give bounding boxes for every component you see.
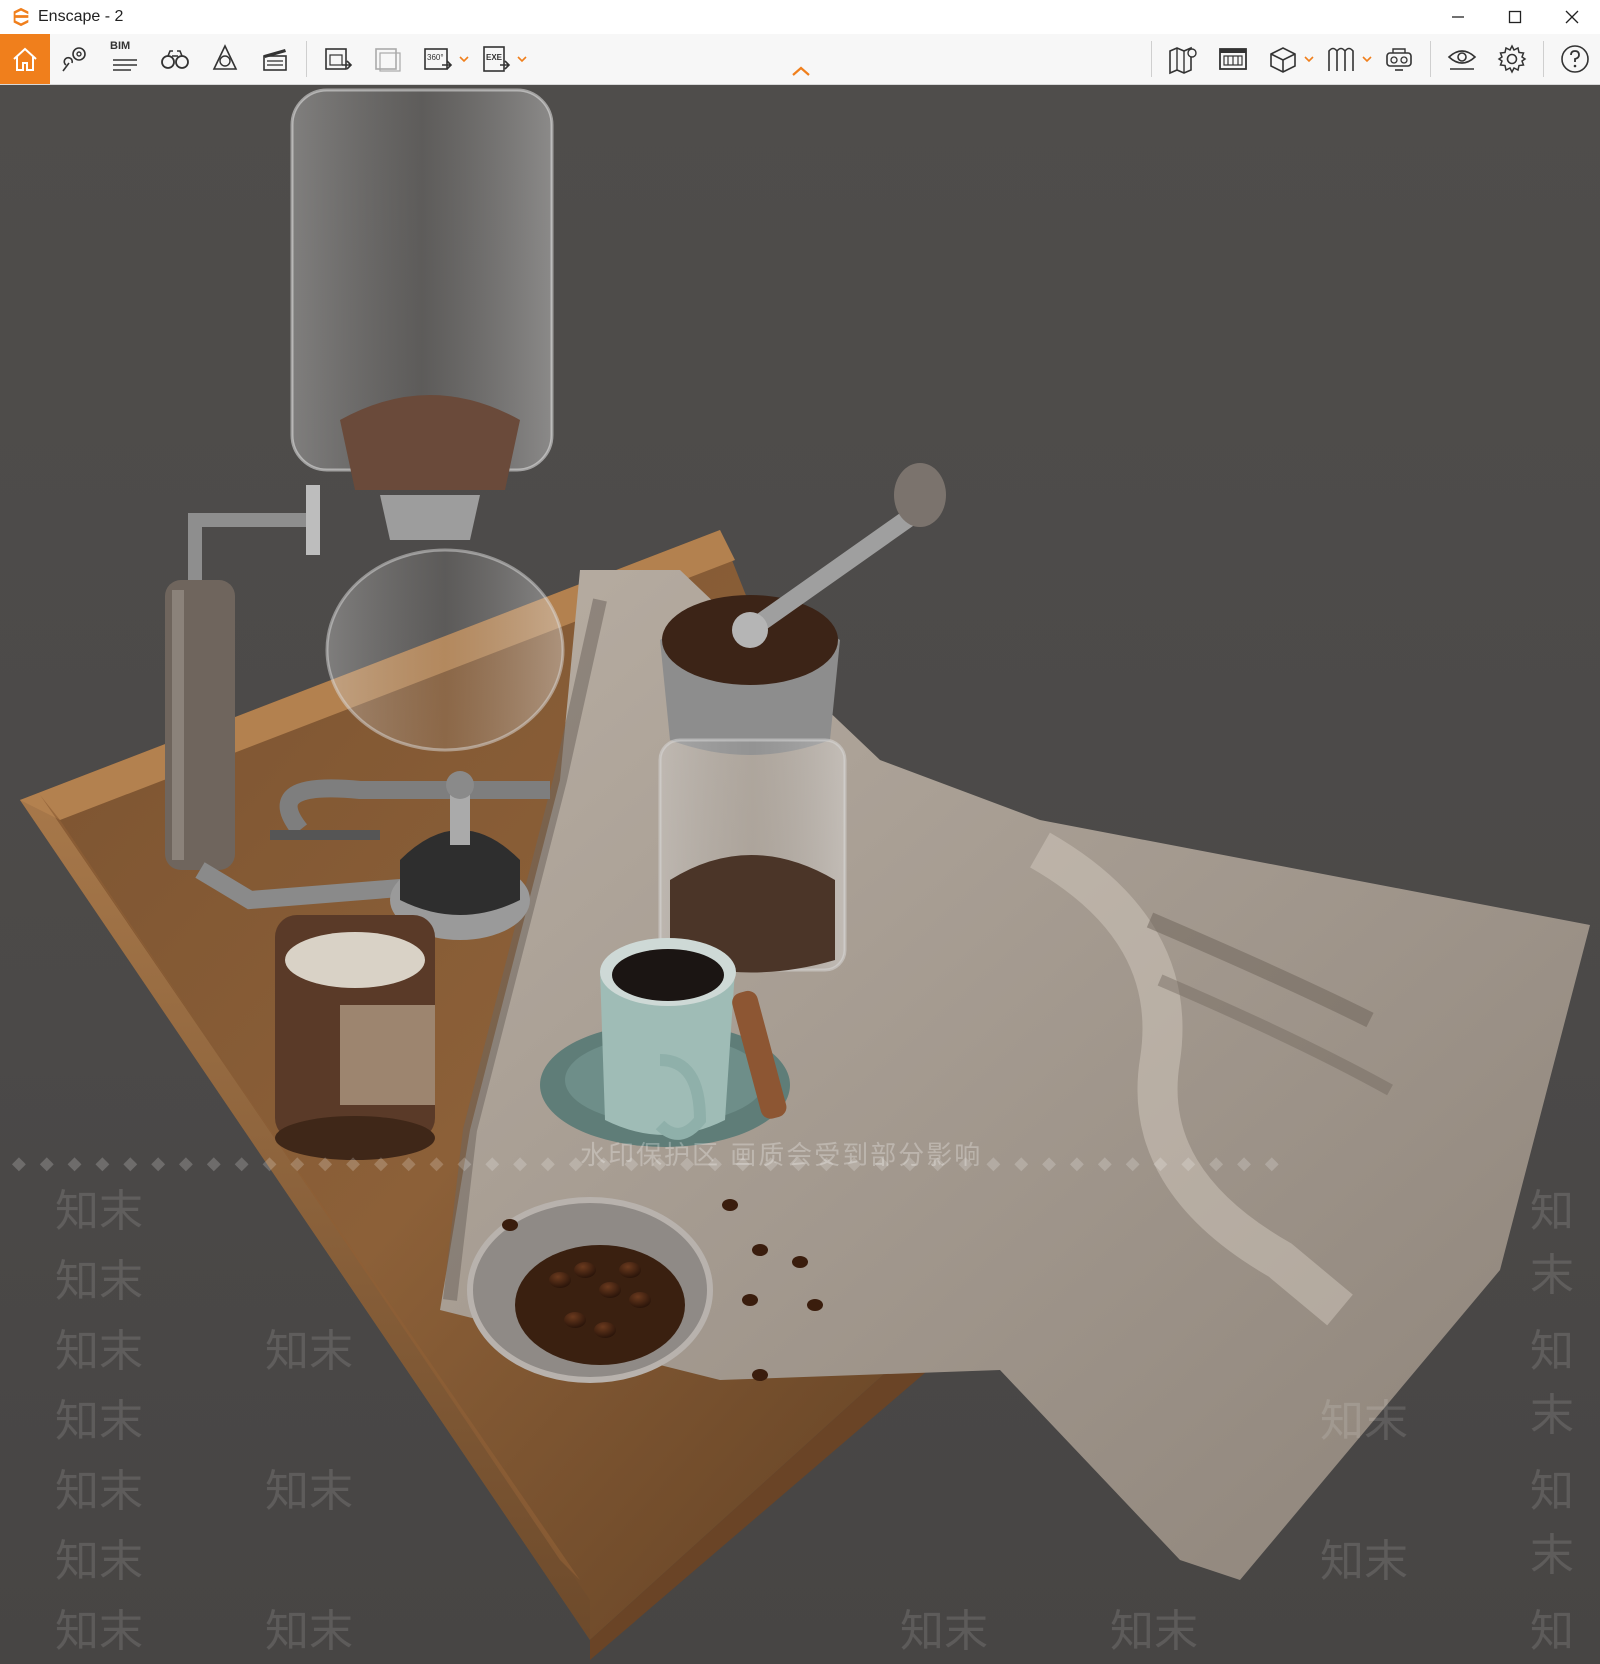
home-button[interactable] [0,34,50,84]
watermark-glyph: 知末 [55,1466,143,1517]
export-tool-group: 360° EXE [313,34,529,84]
settings-icon [1497,44,1527,74]
close-button[interactable] [1543,0,1600,34]
minimize-button[interactable] [1429,0,1486,34]
watermark-glyph: 知末 [265,1466,353,1517]
main-toolbar: BIM 360° EXE [0,34,1600,85]
exe-export-icon: EXE [483,46,511,72]
window-controls [1429,0,1600,34]
vr-headset-button[interactable] [1374,34,1424,84]
close-icon [1565,10,1578,24]
watermark-glyph: 知末 [1320,1536,1408,1587]
binoculars-icon [161,50,189,69]
asset-library-button[interactable] [200,34,250,84]
watermark-glyph: 知末 [55,1256,143,1307]
home-icon [13,47,37,71]
watermark-glyph: 知末 [55,1606,143,1657]
watermark-glyph: 知末 [1530,1606,1574,1657]
video-editor-button[interactable] [250,34,300,84]
batch-export-icon [375,48,401,72]
toolbar-separator [306,41,307,77]
views-button[interactable] [50,34,100,84]
candle-jar [275,915,435,1160]
panorama-label: 360° [427,53,444,62]
box-view-button[interactable] [1258,34,1308,84]
ortho-view-button[interactable] [1316,34,1366,84]
right-tool-group [1145,34,1600,84]
toolbar-separator [1543,41,1544,77]
maximize-button[interactable] [1486,0,1543,34]
watermark-glyph: 知末 [55,1326,143,1377]
watermark-glyph: 知末 [900,1606,988,1657]
eye-icon [1447,50,1477,70]
visual-settings-button[interactable] [1208,34,1258,84]
panorama-button[interactable]: 360° [413,34,463,84]
box-icon [1270,47,1296,73]
panorama-360-icon: 360° [424,48,453,70]
eye-button[interactable] [1437,34,1487,84]
map-icon [1169,46,1197,75]
help-button[interactable] [1550,34,1600,84]
maximize-icon [1508,10,1521,24]
views-icon [62,47,86,72]
settings-button[interactable] [1487,34,1537,84]
vr-headset-icon [1386,48,1412,71]
title-bar: Enscape - 2 [0,0,1600,35]
binoculars-button[interactable] [150,34,200,84]
enscape-logo-icon [13,7,29,27]
minimize-icon [1451,16,1464,18]
watermark-glyph: 知末 [1530,1326,1574,1441]
batch-export-button[interactable] [363,34,413,84]
watermark-glyph: 知末 [1110,1606,1198,1657]
watermark-glyph: 知末 [1320,1396,1408,1447]
screenshot-export-icon [325,48,353,70]
watermark-glyph: 知末 [1530,1186,1574,1301]
watermark-glyph: 知末 [55,1536,143,1587]
toolbar-separator [1430,41,1431,77]
exe-export-button[interactable]: EXE [471,34,521,84]
watermark-glyph: 知末 [55,1186,143,1237]
watermark-banner: 水印保护区 画质会受到部分影响 [580,1141,983,1171]
asset-library-icon [212,44,238,70]
toolbar-separator [1151,41,1152,77]
video-editor-icon [263,49,287,71]
watermark-glyph: 知末 [265,1326,353,1377]
bim-label: BIM [110,40,131,52]
watermark-glyph: 知末 [265,1606,353,1657]
map-button[interactable] [1158,34,1208,84]
exe-label: EXE [486,53,503,62]
watermark-glyph: 知末 [55,1396,143,1447]
left-tool-group: BIM [0,34,300,84]
window-title: Enscape - 2 [38,8,124,25]
bim-info-button[interactable]: BIM [100,34,150,84]
ortho-view-icon [1328,47,1354,71]
render-viewport[interactable]: ◆◆◆◆◆◆◆◆◆◆◆◆◆◆◆◆◆◆◆◆◆◆◆◆◆◆◆◆◆◆◆◆◆◆◆◆◆◆◆◆… [0,85,1600,1664]
collapse-toolbar-icon[interactable] [790,64,812,78]
help-icon [1561,45,1589,73]
watermark-glyph: 知末 [1530,1466,1574,1581]
visual-settings-icon [1219,48,1247,70]
screenshot-export-button[interactable] [313,34,363,84]
